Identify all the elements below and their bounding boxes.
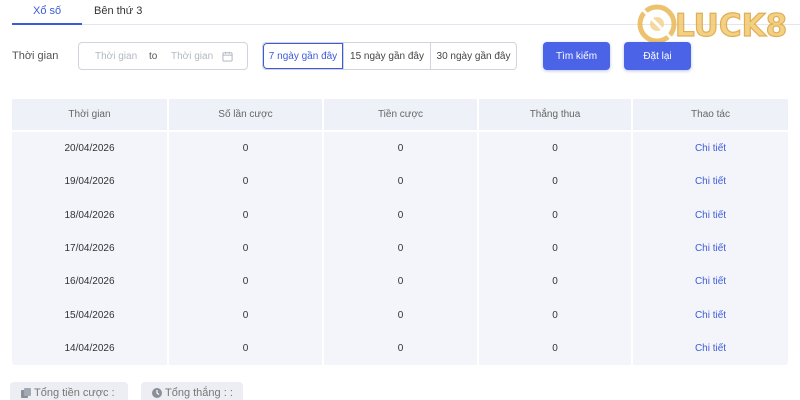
clock-icon [152,388,162,398]
row-bet-amount: 0 [324,298,479,332]
row-win-loss: 0 [479,331,633,366]
column-header-time: Thời gian [12,99,169,132]
row-bet-amount: 0 [324,231,479,266]
time-filter-label: Thời gian [12,50,59,62]
date-range-picker[interactable]: Thời gian to Thời gian [78,42,248,70]
total-bet-label: Tổng tiền cược : [34,387,115,399]
range-7-days-button[interactable]: 7 ngày gần đây [263,43,343,69]
row-bet-count: 0 [169,198,324,232]
table-header-row: Thời gian Số lần cược Tiền cược Thắng th… [12,99,788,132]
row-bet-count: 0 [169,165,324,199]
betting-history-table: Thời gian Số lần cược Tiền cược Thắng th… [12,99,788,366]
row-date: 19/04/2026 [12,165,169,199]
table-row: 14/04/2026 0 0 0 Chi tiết [12,331,788,366]
luck8-logo: LUCK8 [635,0,800,48]
total-win-summary: Tổng thắng : : [141,382,243,400]
column-header-bet-amount: Tiền cược [324,99,479,132]
table-row: 18/04/2026 0 0 0 Chi tiết [12,198,788,232]
table-row: 16/04/2026 0 0 0 Chi tiết [12,265,788,299]
row-bet-count: 0 [169,265,324,299]
row-bet-count: 0 [169,231,324,266]
range-30-days-button[interactable]: 30 ngày gần đây [430,43,516,69]
table-row: 20/04/2026 0 0 0 Chi tiết [12,132,788,166]
start-date-input[interactable]: Thời gian [95,51,137,62]
row-win-loss: 0 [479,132,633,166]
end-date-input[interactable]: Thời gian [171,51,213,62]
row-bet-count: 0 [169,331,324,366]
row-detail-link[interactable]: Chi tiết [633,199,788,232]
logo-text: LUCK8 [675,8,787,44]
table-row: 15/04/2026 0 0 0 Chi tiết [12,298,788,332]
column-header-action: Thao tác [633,99,788,132]
row-win-loss: 0 [479,165,633,199]
row-date: 15/04/2026 [12,298,169,332]
range-separator: to [149,51,158,62]
table-row: 17/04/2026 0 0 0 Chi tiết [12,231,788,266]
row-detail-link[interactable]: Chi tiết [633,165,788,198]
row-bet-count: 0 [169,298,324,332]
row-date: 16/04/2026 [12,265,169,299]
row-bet-amount: 0 [324,165,479,199]
row-bet-amount: 0 [324,331,479,366]
column-header-win-loss: Thắng thua [479,99,633,132]
row-win-loss: 0 [479,265,633,299]
row-bet-amount: 0 [324,265,479,299]
coins-icon [21,388,31,398]
row-bet-amount: 0 [324,198,479,232]
calendar-icon[interactable] [222,51,233,62]
quick-range-group: 7 ngày gần đây 15 ngày gần đây 30 ngày g… [262,42,517,70]
row-detail-link[interactable]: Chi tiết [633,232,788,265]
reset-button[interactable]: Đặt lại [624,42,691,70]
row-date: 18/04/2026 [12,198,169,232]
range-15-days-button[interactable]: 15 ngày gần đây [343,43,430,69]
row-win-loss: 0 [479,198,633,232]
total-bet-summary: Tổng tiền cược : [10,382,128,400]
tab-lottery[interactable]: Xổ số [33,5,61,17]
row-detail-link[interactable]: Chi tiết [633,332,788,365]
row-date: 14/04/2026 [12,331,169,366]
row-win-loss: 0 [479,298,633,332]
row-detail-link[interactable]: Chi tiết [633,132,788,165]
row-date: 20/04/2026 [12,132,169,166]
column-header-bet-count: Số lần cược [169,99,324,132]
search-button[interactable]: Tìm kiếm [543,42,610,70]
total-win-label: Tổng thắng : : [165,387,233,399]
row-win-loss: 0 [479,231,633,266]
row-bet-amount: 0 [324,132,479,166]
row-bet-count: 0 [169,132,324,166]
table-row: 19/04/2026 0 0 0 Chi tiết [12,165,788,199]
row-date: 17/04/2026 [12,231,169,266]
tab-third-party[interactable]: Bên thứ 3 [94,5,142,17]
row-detail-link[interactable]: Chi tiết [633,265,788,298]
active-tab-indicator [12,23,82,25]
row-detail-link[interactable]: Chi tiết [633,298,788,331]
